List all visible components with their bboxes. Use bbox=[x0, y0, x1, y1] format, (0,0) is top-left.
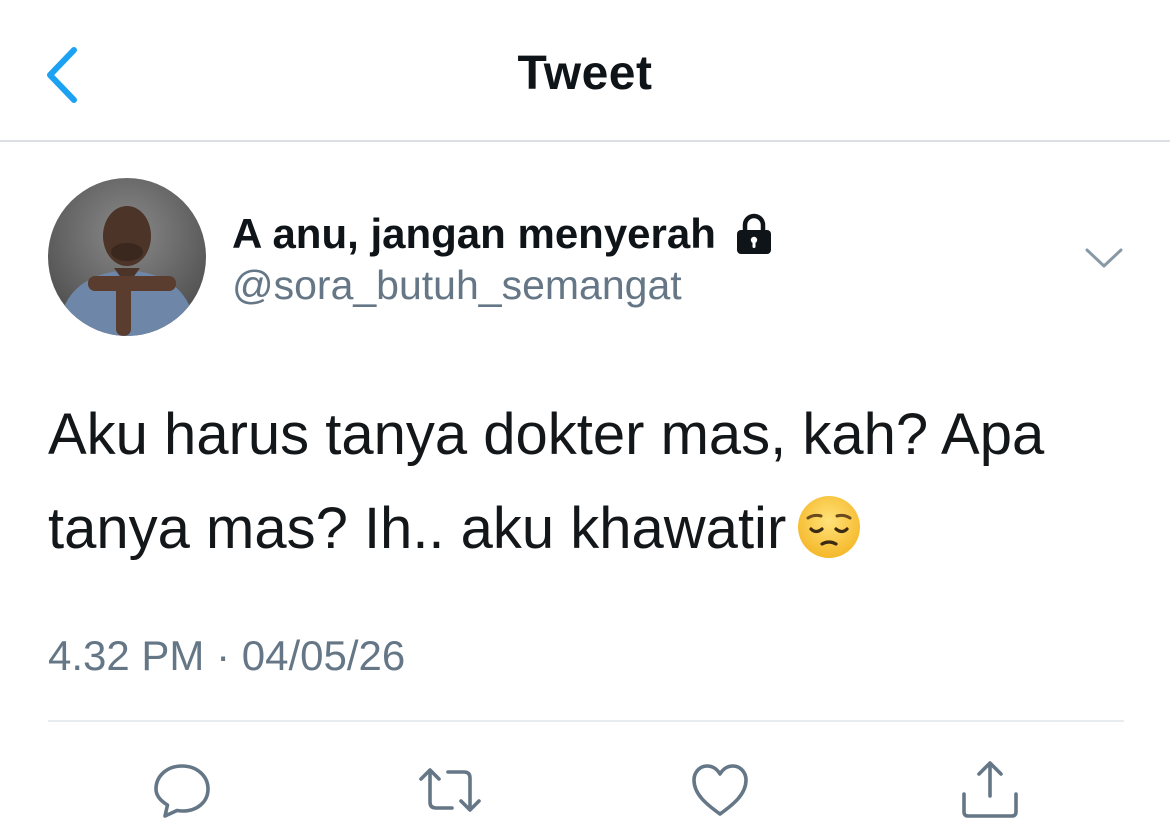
like-button[interactable] bbox=[688, 760, 752, 820]
more-options-button[interactable] bbox=[1084, 244, 1124, 272]
tweet-timestamp[interactable]: 4.32 PM · 04/05/26 bbox=[48, 632, 405, 680]
like-icon bbox=[692, 764, 748, 816]
share-button[interactable] bbox=[958, 760, 1022, 820]
user-handle[interactable]: @sora_butuh_semangat bbox=[232, 262, 682, 309]
page-title: Tweet bbox=[517, 47, 653, 100]
author-name-row[interactable]: A anu, jangan menyerah bbox=[232, 206, 776, 262]
tweet-text-content: Aku harus tanya dokter mas, kah? Apa tan… bbox=[48, 402, 1045, 561]
share-icon bbox=[962, 761, 1018, 818]
retweet-icon bbox=[419, 768, 481, 812]
avatar-image bbox=[48, 178, 206, 336]
lock-icon bbox=[736, 213, 771, 254]
pensive-face-emoji bbox=[798, 496, 861, 558]
chevron-down-icon bbox=[1085, 248, 1123, 268]
display-name: A anu, jangan menyerah bbox=[232, 210, 716, 257]
reply-button[interactable] bbox=[150, 760, 214, 820]
divider bbox=[48, 720, 1124, 722]
retweet-button[interactable] bbox=[418, 760, 482, 820]
reply-icon bbox=[154, 764, 210, 818]
avatar[interactable] bbox=[48, 178, 206, 336]
navigation-bar: Tweet bbox=[0, 0, 1170, 142]
tweet-text: Aku harus tanya dokter mas, kah? Apa tan… bbox=[48, 388, 1138, 576]
